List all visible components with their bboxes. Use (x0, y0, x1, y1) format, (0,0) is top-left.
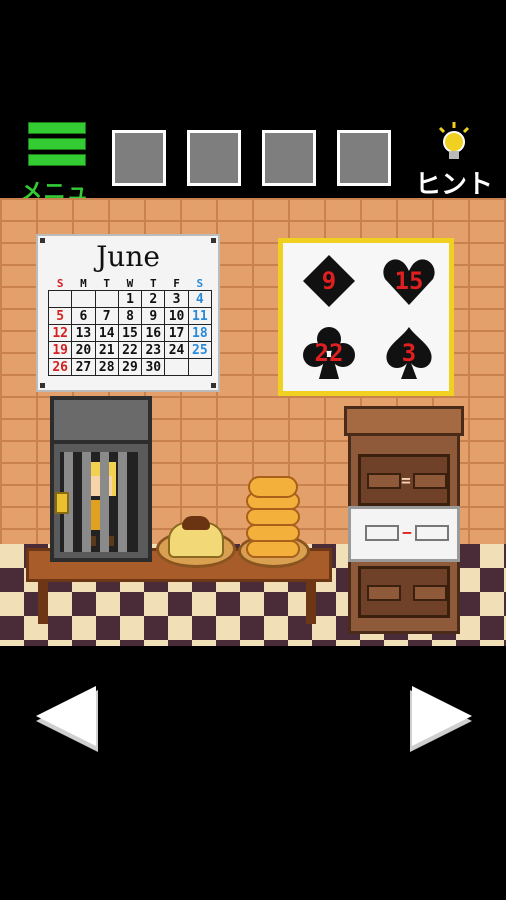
calendar-day: 1 (117, 290, 143, 308)
inventory-slot-3[interactable] (262, 130, 316, 186)
drawer-handle (415, 525, 449, 541)
calendar-day: 21 (94, 341, 119, 359)
menu-bar-icon (28, 154, 86, 166)
pin-icon (211, 383, 216, 388)
club-card: 22 (301, 325, 357, 381)
left-arrow-button[interactable] (32, 684, 102, 758)
calendar-day: 27 (71, 358, 96, 376)
calendar-day (94, 290, 119, 308)
table-leg (306, 582, 316, 624)
weekday-header: M (80, 276, 87, 290)
weekday-header: F (173, 276, 180, 290)
pancake-layer (246, 524, 300, 542)
right-arrow-icon (410, 686, 472, 752)
calendar[interactable]: June S M T W T F S 1 2 3 4 5 6 7 8 9 10 … (36, 234, 220, 392)
weekday-header: S (196, 276, 204, 290)
diamond-card: 9 (301, 253, 357, 309)
calendar-day: 13 (71, 324, 96, 342)
pancake-stack[interactable] (248, 476, 298, 498)
calendar-day: 6 (71, 307, 96, 325)
table-leg (38, 582, 48, 624)
drawer-middle-symbol: − (402, 523, 412, 542)
weekday-header: S (56, 276, 64, 290)
pancake-layer (246, 508, 300, 526)
left-arrow-icon (36, 686, 98, 752)
menu-button[interactable]: メニュー (14, 120, 96, 237)
cage-bar (100, 452, 109, 552)
calendar-day: 22 (117, 341, 143, 359)
calendar-day: 11 (187, 307, 213, 325)
calendar-day: 15 (117, 324, 143, 342)
cabinet-top (344, 406, 464, 436)
caramel-topping (182, 516, 210, 530)
hint-button[interactable]: ヒント (412, 120, 496, 200)
drawer-handle (367, 473, 401, 489)
weekday-header: T (149, 276, 157, 290)
hint-label: ヒント (414, 170, 493, 200)
diamond-number: 9 (321, 267, 337, 295)
pin-icon (40, 383, 45, 388)
cage-bar (118, 452, 127, 552)
inventory-slot-2[interactable] (187, 130, 241, 186)
spade-number: 3 (401, 339, 417, 367)
lock-icon[interactable] (55, 492, 69, 514)
calendar-day: 8 (117, 307, 143, 325)
calendar-day: 24 (164, 341, 189, 359)
drawer-middle[interactable]: − (348, 506, 460, 562)
calendar-day: 17 (164, 324, 189, 342)
card-suits-frame[interactable]: 9 15 22 3 (278, 238, 454, 396)
calendar-day: 19 (47, 341, 73, 359)
calendar-day: 23 (141, 341, 166, 359)
calendar-day: 30 (141, 358, 166, 376)
calendar-day: 9 (141, 307, 166, 325)
calendar-day (187, 358, 213, 376)
calendar-day: 2 (141, 290, 166, 308)
calendar-day: 18 (187, 324, 213, 342)
drawer-top-symbol: = (401, 471, 411, 490)
spade-card: 3 (381, 325, 437, 381)
calendar-day: 4 (187, 290, 213, 308)
calendar-month: June (96, 240, 160, 273)
calendar-day: 29 (117, 358, 143, 376)
inventory-slot-1[interactable] (112, 130, 166, 186)
calendar-day: 16 (141, 324, 166, 342)
cage-bar (82, 452, 91, 552)
lightbulb-icon (438, 122, 470, 159)
calendar-day (164, 358, 189, 376)
weekday-header: W (126, 276, 134, 290)
drawer-handle (367, 585, 401, 601)
calendar-day: 10 (164, 307, 189, 325)
calendar-day (71, 290, 96, 308)
drawer-top[interactable]: = (358, 454, 450, 506)
menu-bar-icon (28, 122, 86, 134)
weekday-header: T (103, 276, 111, 290)
calendar-day: 26 (47, 358, 73, 376)
calendar-day: 3 (164, 290, 189, 308)
pancake-layer (246, 540, 300, 558)
heart-card: 15 (381, 253, 437, 309)
calendar-day: 14 (94, 324, 119, 342)
menu-bar-icon (28, 138, 86, 150)
calendar-day: 5 (47, 307, 73, 325)
club-number: 22 (314, 339, 344, 367)
calendar-day: 12 (47, 324, 73, 342)
cage-bars (60, 452, 138, 552)
calendar-day: 28 (94, 358, 119, 376)
drawer-bottom[interactable] (358, 566, 450, 618)
drawer-handle (413, 585, 447, 601)
calendar-day: 25 (187, 341, 213, 359)
calendar-day (47, 290, 73, 308)
inventory-slot-4[interactable] (337, 130, 391, 186)
calendar-day: 7 (94, 307, 119, 325)
right-arrow-button[interactable] (406, 684, 476, 758)
cage-roof (50, 396, 152, 444)
heart-number: 15 (394, 267, 424, 295)
drawer-handle (413, 473, 447, 489)
calendar-day: 20 (71, 341, 96, 359)
calendar-grid: S M T W T F S 1 2 3 4 5 6 7 8 9 10 11 12 (47, 276, 213, 376)
drawer-handle (365, 525, 399, 541)
